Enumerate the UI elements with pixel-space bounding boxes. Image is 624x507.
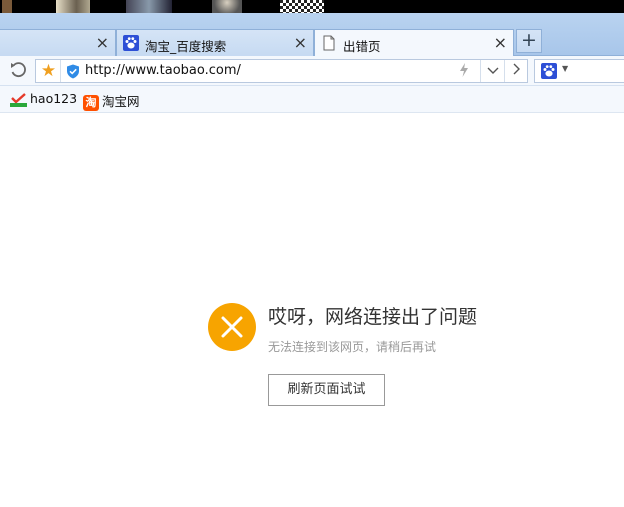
lightning-icon[interactable]	[459, 63, 469, 81]
tab-unknown[interactable]: ×	[0, 29, 116, 56]
thumbnail	[126, 0, 172, 13]
page-icon	[321, 35, 337, 51]
bookmark-label: 淘宝网	[102, 94, 140, 109]
bookmark-taobao[interactable]: 淘淘宝网	[83, 91, 140, 111]
search-engine-box[interactable]: ▼	[534, 59, 624, 83]
refresh-button[interactable]: 刷新页面试试	[268, 374, 385, 406]
tab-close-icon[interactable]: ×	[96, 33, 109, 53]
thumbnail	[2, 0, 12, 13]
tab-error-page[interactable]: 出错页 ×	[314, 29, 514, 57]
bookmarks-bar: hao123 淘淘宝网	[0, 86, 624, 113]
tab-label: 出错页	[343, 39, 381, 54]
tab-close-icon[interactable]: ×	[494, 33, 507, 53]
tab-baidu-search[interactable]: 淘宝_百度搜索 ×	[116, 29, 314, 56]
taobao-icon: 淘	[83, 94, 99, 111]
thumbnail	[212, 0, 242, 13]
baidu-paw-icon[interactable]	[541, 63, 557, 79]
undo-close-tab-icon[interactable]	[8, 60, 28, 80]
chevron-right-icon[interactable]	[504, 60, 528, 82]
error-x-icon	[208, 303, 256, 351]
tab-bar: × 淘宝_百度搜索 × 出错页 × +	[0, 13, 624, 57]
address-toolbar: ★ http://www.taobao.com/ ▼	[0, 56, 624, 86]
hao123-icon	[10, 92, 27, 107]
thumbnail	[280, 0, 324, 13]
new-tab-button[interactable]: +	[516, 29, 542, 53]
desktop-thumbnail-strip	[0, 0, 624, 13]
thumbnail	[56, 0, 90, 13]
url-text[interactable]: http://www.taobao.com/	[85, 63, 241, 78]
chevron-down-icon[interactable]	[480, 60, 504, 82]
bookmark-hao123[interactable]: hao123	[10, 91, 77, 107]
bookmark-star-icon[interactable]: ★	[37, 60, 61, 82]
tab-close-icon[interactable]: ×	[294, 33, 307, 53]
bookmark-label: hao123	[30, 91, 78, 106]
caret-down-icon[interactable]: ▼	[562, 64, 568, 73]
security-shield-icon[interactable]	[66, 64, 80, 79]
baidu-paw-icon	[123, 35, 139, 51]
address-bar[interactable]: ★ http://www.taobao.com/	[35, 59, 528, 83]
error-subtitle: 无法连接到该网页，请稍后再试	[268, 340, 437, 354]
error-title: 哎呀，网络连接出了问题	[268, 306, 478, 328]
tab-label: 淘宝_百度搜索	[145, 39, 227, 54]
